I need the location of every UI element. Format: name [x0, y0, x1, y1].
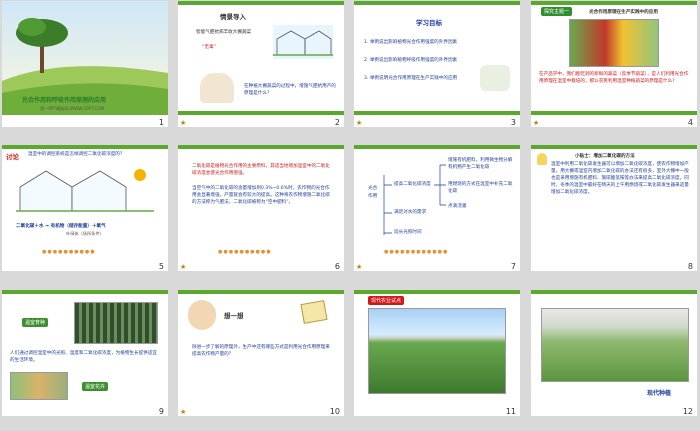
greenhouse-diagram — [273, 25, 333, 59]
branch-3: 延长光照时间 — [394, 230, 422, 235]
decorative-dots: ●●●●●●●●●●●● — [384, 249, 449, 255]
slide-number: 2 — [334, 118, 340, 127]
slide-header: 学习目标 — [416, 19, 442, 27]
objective-1: 1. 举例说出影响植物光合作用强度的外界因素 — [364, 40, 458, 45]
slide-thumbnail-11[interactable]: 现代农业试点 11 — [354, 290, 520, 416]
student-illustration — [200, 73, 234, 103]
slide-number: 12 — [682, 407, 693, 416]
panda-image — [480, 65, 510, 91]
slide-header: 情景导入 — [220, 13, 246, 21]
slide-number: 7 — [510, 262, 516, 271]
slide-thumbnail-3[interactable]: 学习目标 1. 举例说出影响植物光合作用强度的外界因素 2. 举例说出影响植物呼… — [354, 1, 520, 127]
equation: 二氧化碳＋水 → 有机物（储存能量）＋氧气 — [16, 224, 106, 229]
tip-body: 温室中利用二氧化碳发生器可以增加二氧化碳浓度，使农作物增加产量。用大棚或温室内增… — [551, 162, 689, 195]
slide-thumbnail-10[interactable]: 想一想 除进一步了解的原理外，生产中还有哪些方式是利用光合作用原理来提高农作物产… — [178, 290, 344, 416]
farm-photo — [368, 308, 506, 394]
slide-thumbnail-9[interactable]: 温室育种 人们通过调控温室中的光照、温度和二氧化碳浓度，为植物生长提供适宜的生活… — [2, 290, 168, 416]
subhead: 光合作用原理在生产实践中的应用 — [589, 10, 658, 15]
slide-thumbnail-1[interactable]: 光合作用和呼吸作用原理的应用 第一PPT模板网-WWW.1PPT.COM 1 — [2, 1, 168, 127]
star-icon: ★ — [356, 119, 363, 127]
boy-illustration — [188, 300, 216, 330]
slide-thumbnail-7[interactable]: 光合作用 提高二氧化碳浓度 满足对水的需求 延长光照时间 增施有机肥料，利用微生… — [354, 145, 520, 271]
slide-number: 9 — [158, 407, 164, 416]
leaf-2: 用燃烧的方式在温室中补充二氧化碳 — [448, 182, 513, 194]
notepad-icon — [300, 300, 328, 324]
root-node: 光合作用 — [368, 186, 378, 199]
slide-number: 8 — [687, 262, 693, 271]
slide-subtitle: 第一PPT模板网-WWW.1PPT.COM — [40, 106, 105, 111]
bulb-icon — [537, 153, 547, 165]
star-icon: ★ — [180, 263, 187, 271]
slide-number: 1 — [158, 118, 164, 127]
branch-2: 满足对水的需求 — [394, 210, 427, 215]
slide-thumbnail-8[interactable]: 小贴士：增加二氧化碳的方法 温室中利用二氧化碳发生器可以增加二氧化碳浓度，使农作… — [531, 145, 697, 271]
star-icon: ★ — [356, 263, 363, 271]
slide-header: 讨论 — [6, 153, 19, 161]
flowers-photo — [10, 372, 68, 400]
top-bar — [531, 145, 697, 149]
top-bar — [178, 145, 344, 149]
bottom-bar — [354, 111, 520, 115]
slide-number: 3 — [510, 118, 516, 127]
slide-number: 5 — [158, 262, 164, 271]
slide-number: 4 — [687, 118, 693, 127]
star-icon: ★ — [180, 408, 187, 416]
top-bar — [2, 290, 168, 294]
topic-pill: 探究主题一 — [541, 7, 573, 16]
greenhouse-diagram — [16, 169, 154, 212]
branch-1: 提高二氧化碳浓度 — [394, 182, 431, 187]
star-icon: ★ — [180, 119, 187, 127]
leaf-1: 增施有机肥料，利用微生物分解有机物产生二氧化碳 — [448, 158, 513, 170]
objective-3: 3. 举例说明光合作用原理在生产实践中的应用 — [364, 76, 458, 81]
slide-number: 6 — [334, 262, 340, 271]
top-bar — [178, 1, 344, 5]
body-text: 除进一步了解的原理外，生产中还有哪些方式是利用光合作用原理来提高农作物产量的？ — [192, 345, 330, 357]
slide-thumbnail-6[interactable]: 二氧化碳是植物光合作用的主要原料，其适当地增加温室中的二氧化碳浓度会使光合作用增… — [178, 145, 344, 271]
tag-flowers: 温室花卉 — [82, 382, 109, 391]
question-text: 温室中的调控系统是怎样调控二氧化碳浓度的？ — [28, 152, 125, 157]
slide-thumbnail-5[interactable]: 讨论 温室中的调控系统是怎样调控二氧化碳浓度的？ 二氧化碳＋水 → 有机物（储存… — [2, 145, 168, 271]
quote-text: “无毒” — [202, 45, 216, 50]
body-text: 人们通过调控温室中的光照、温度和二氧化碳浓度，为植物生长提供适宜的生活环境。 — [10, 351, 158, 363]
slide-title: 光合作用和呼吸作用原理的应用 — [22, 97, 107, 104]
slide-header: 现代农业试点 — [368, 296, 405, 305]
slide-thumbnail-12[interactable]: 现代种植 12 — [531, 290, 697, 416]
slide-sorter-grid: 光合作用和呼吸作用原理的应用 第一PPT模板网-WWW.1PPT.COM 1 情… — [0, 0, 700, 431]
star-icon: ★ — [533, 119, 540, 127]
top-bar — [354, 1, 520, 5]
top-bar — [531, 290, 697, 294]
vegetables-photo — [569, 19, 659, 67]
question-text: 智能气肥抗病丰收大棚蔬菜 — [196, 30, 252, 35]
bottom-bar — [531, 111, 697, 115]
top-bar — [354, 290, 520, 294]
slide-number: 10 — [329, 407, 340, 416]
tag-breeding: 温室育种 — [22, 318, 49, 327]
bottom-bar — [178, 111, 344, 115]
body-text: 在种植大棚蔬菜的过程中，增施气肥抗用产的原理是什么？ — [244, 84, 336, 96]
slide-thumbnail-4[interactable]: 探究主题一 光合作用原理在生产实践中的应用 在产品学中，我们能吃到的新鲜的蔬菜（… — [531, 1, 697, 127]
body-text-1: 二氧化碳是植物光合作用的主要原料，其适当地增加温室中的二氧化碳浓度会使光合作用增… — [192, 164, 330, 176]
greenhouse-photo — [541, 308, 689, 382]
tip-header: 小贴士：增加二氧化碳的方法 — [575, 154, 635, 159]
objective-2: 2. 举例说出影响植物呼吸作用强度的外界因素 — [364, 58, 458, 63]
slide-thumbnail-2[interactable]: 情景导入 智能气肥抗病丰收大棚蔬菜 “无毒” 在种植大棚蔬菜的过程中，增施气肥抗… — [178, 1, 344, 127]
slide-number: 11 — [505, 407, 516, 416]
decorative-dots: ●●●●●●●●●● — [218, 249, 272, 255]
decorative-dots: ●●●●●●●●●● — [42, 249, 96, 255]
top-bar — [2, 145, 168, 149]
top-bar — [178, 290, 344, 294]
top-bar — [531, 1, 697, 5]
body-text-2: 当空气中的二氧化碳的含量增加到0.3%~0.6%时，农作物的光合作用会显著增强，… — [192, 186, 330, 205]
leaf-3: 点滴浇灌 — [448, 204, 467, 209]
photo-caption: 现代种植 — [647, 390, 672, 397]
seedlings-photo — [74, 302, 158, 344]
body-text: 在产品学中，我们能吃到的新鲜的蔬菜（反季节蔬菜），是人们利用光合作用原理在温室中… — [539, 72, 689, 84]
equation-note: 叶绿体（场所条件） — [66, 231, 104, 236]
slide-header: 想一想 — [224, 312, 244, 320]
